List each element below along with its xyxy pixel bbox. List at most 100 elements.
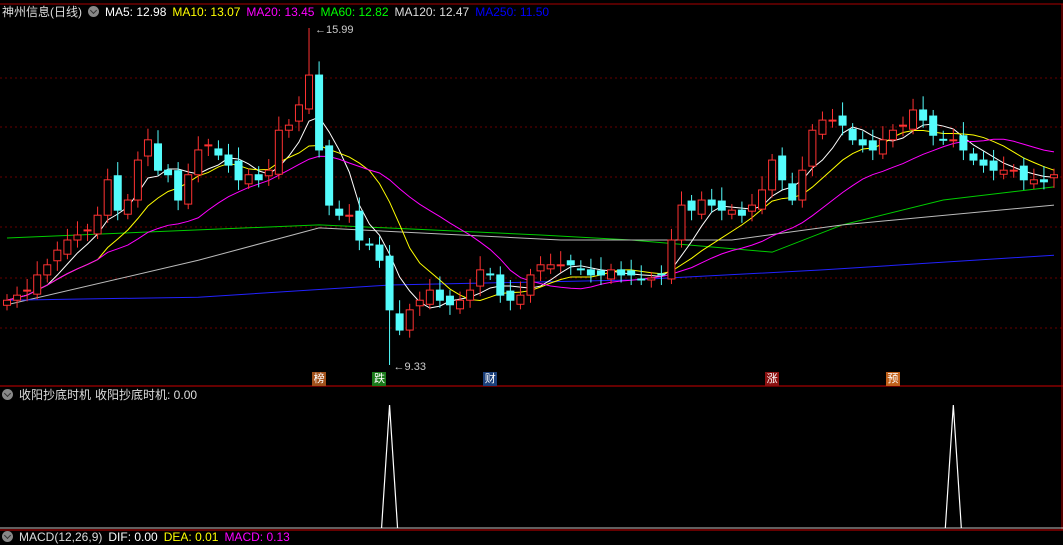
candle-up [526,274,535,296]
candle-up [73,234,82,241]
candle-down [506,290,515,301]
candle-up [999,169,1008,175]
candle-down [979,159,988,166]
candle-up [909,109,918,130]
candle-up [123,199,132,215]
candle-up [3,299,11,306]
candle-up [93,214,102,235]
candle-up [516,294,525,305]
candle-up [194,149,203,176]
candle-up [1050,174,1058,179]
candle-up [103,179,112,216]
candle-down [154,143,163,171]
low-price-label: ←9.33 [394,361,426,373]
event-marker[interactable]: 预 [885,372,900,386]
candle-down [355,210,364,241]
candle-up [63,239,72,255]
candle-up [425,289,434,305]
candle-down [778,155,787,181]
candle-up [808,129,817,167]
candle-up [23,289,32,292]
candle-down [687,200,696,211]
candle-up [274,129,283,175]
candle-up [1029,179,1038,185]
candle-down [113,175,122,211]
candle-down [858,139,867,146]
candle-up [556,264,565,267]
candle-up [415,299,424,307]
candle-down [325,145,334,206]
candle-up [898,124,907,127]
candle-up [43,264,52,276]
indicator-header: 收阳抄底时机 收阳抄底时机: 0.00 [2,387,203,403]
candle-up [133,159,142,201]
candle-down [435,289,444,301]
candle-down [496,274,505,296]
candle-down [657,273,666,276]
candle-up [828,119,837,122]
macd-header: MACD(12,26,9) DIF: 0.00 DEA: 0.01 MACD: 0.1… [2,529,296,545]
candle-down [566,260,575,266]
indicator-value: 收阳抄底时机: 0.00 [95,388,198,402]
candle-down [848,128,857,141]
candle-up [33,274,42,295]
candle-down [717,200,726,211]
candle-up [697,199,706,215]
macd-dea: DEA: 0.01 [163,530,219,544]
candle-up [1009,169,1018,172]
candle-up [13,294,22,301]
candlestick-chart[interactable]: ←15.99 ←9.33 [0,0,1063,536]
candle-up [143,139,152,157]
candle-down [224,154,233,166]
candle-up [466,289,475,301]
chevron-down-icon[interactable] [2,531,13,542]
candle-up [184,174,193,205]
candle-down [586,269,595,276]
high-price-label: ←15.99 [315,24,354,36]
indicator-name: 收阳抄底时机 [19,388,92,402]
candle-down [214,148,223,156]
candle-up [264,169,273,177]
macd-label: MACD(12,26,9) [19,530,103,544]
candle-up [888,129,897,141]
candle-down [929,115,938,136]
candle-down [627,270,636,276]
candle-down [315,74,324,151]
candle-down [1039,179,1048,183]
candle-down [959,135,968,151]
candle-up [667,239,676,280]
candle-up [949,139,958,142]
candle-up [294,104,303,122]
candle-down [1019,165,1028,181]
candle-down [486,273,495,276]
candle-down [375,244,384,261]
event-marker[interactable]: 财 [483,372,498,386]
candle-up [83,229,92,232]
macd-dif: DIF: 0.00 [108,530,158,544]
candle-up [818,119,827,135]
candle-down [788,183,797,201]
candle-down [707,199,716,206]
candle-down [969,153,978,161]
event-marker[interactable]: 榜 [312,372,327,386]
candle-up [284,124,293,131]
candle-down [637,278,646,281]
candle-up [758,189,767,210]
candle-down [445,295,454,306]
candle-down [989,160,998,171]
candle-up [476,269,485,287]
candle-down [576,268,585,271]
candle-up [747,204,756,212]
candle-up [607,269,616,280]
event-marker[interactable]: 跌 [372,372,387,386]
chevron-down-icon[interactable] [2,389,13,400]
candle-up [546,264,555,270]
candle-up [798,169,807,201]
event-marker[interactable]: 涨 [765,372,780,386]
candle-up [878,139,887,155]
candle-down [395,313,404,331]
candle-down [254,174,263,181]
candle-up [53,249,62,262]
signal-spike [380,404,399,529]
signal-spike [944,404,962,529]
